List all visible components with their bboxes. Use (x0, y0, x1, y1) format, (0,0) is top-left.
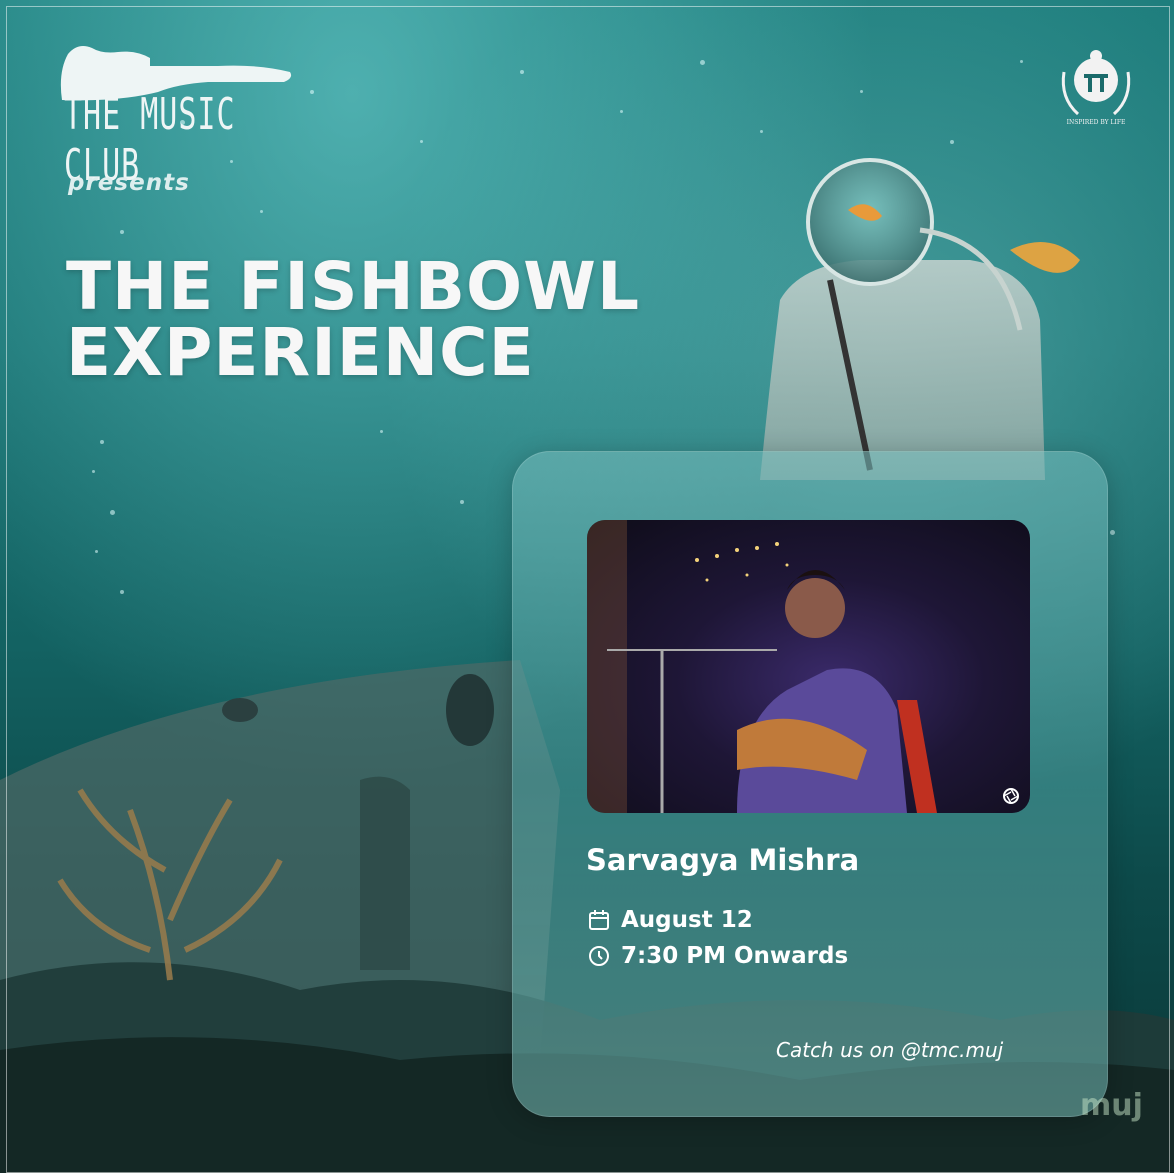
university-emblem-icon: INSPIRED BY LIFE (1061, 50, 1131, 126)
event-date: August 12 (587, 907, 753, 933)
clock-icon (589, 946, 609, 966)
astronaut-illustration (760, 158, 1080, 480)
performer-photo-art (587, 520, 937, 813)
muj-watermark: muj (1080, 1088, 1143, 1123)
presents-label: presents (68, 170, 190, 196)
artist-name: Sarvagya Mishra (586, 843, 860, 877)
event-title-line-1: THE FISHBOWL (66, 248, 640, 325)
emblem-motto: INSPIRED BY LIFE (1067, 119, 1126, 126)
event-date-text: August 12 (621, 907, 753, 933)
event-time: 7:30 PM Onwards (587, 943, 848, 969)
music-club-logo: THE MUSIC CLUB (58, 42, 298, 192)
aperture-icon (1003, 788, 1019, 804)
performer-photo (587, 520, 1030, 813)
event-poster: THE MUSIC CLUB INSPIRED BY LIFE presents… (0, 0, 1174, 1173)
event-title-line-2: EXPERIENCE (66, 314, 535, 391)
event-title: THE FISHBOWL EXPERIENCE (66, 254, 640, 386)
social-handle: Catch us on @tmc.muj (776, 1038, 1004, 1062)
event-time-text: 7:30 PM Onwards (621, 943, 849, 969)
calendar-icon (589, 910, 609, 930)
